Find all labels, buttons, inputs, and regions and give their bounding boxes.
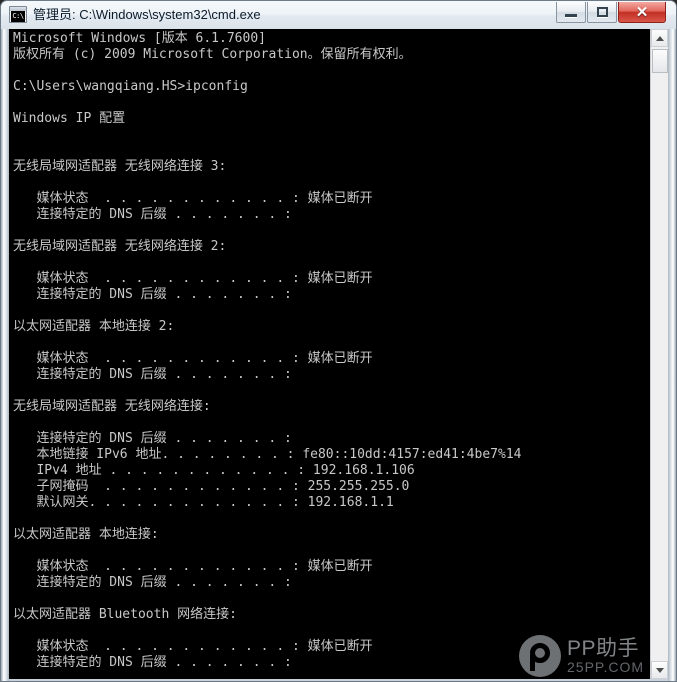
console-line: 无线局域网适配器 无线网络连接 3: [13, 159, 227, 174]
cmd-window: C:\ 管理员: C:\Windows\system32\cmd.exe ✕ M… [0, 0, 677, 682]
console-text: Microsoft Windows [版本 6.1.7600] 版权所有 (c) … [9, 31, 652, 671]
maximize-icon [596, 7, 608, 17]
console-line: 连接特定的 DNS 后缀 . . . . . . . : [13, 431, 292, 446]
cmd-console-icon: C:\ [9, 6, 27, 23]
title-bar[interactable]: C:\ 管理员: C:\Windows\system32\cmd.exe ✕ [1, 1, 676, 29]
console-line: 媒体状态 . . . . . . . . . . . . : 媒体已断开 [13, 351, 373, 366]
console-line: 媒体状态 . . . . . . . . . . . . : 媒体已断开 [13, 191, 373, 206]
minimize-icon [565, 13, 577, 17]
window-frame-left [1, 29, 9, 681]
console-line: 以太网适配器 本地连接: [13, 527, 159, 542]
window-frame-right [668, 29, 676, 681]
console-line: 以太网适配器 本地连接 2: [13, 319, 175, 334]
console-line: 版权所有 (c) 2009 Microsoft Corporation。保留所有… [13, 47, 412, 62]
console-output-area[interactable]: Microsoft Windows [版本 6.1.7600] 版权所有 (c) … [9, 29, 652, 679]
window-title: 管理员: C:\Windows\system32\cmd.exe [33, 7, 261, 22]
chevron-up-icon [655, 35, 664, 41]
console-line: 连接特定的 DNS 后缀 . . . . . . . : [13, 207, 292, 222]
console-line: 连接特定的 DNS 后缀 . . . . . . . : [13, 367, 292, 382]
console-line: 连接特定的 DNS 后缀 . . . . . . . : [13, 655, 292, 670]
scrollbar-thumb[interactable] [652, 49, 668, 73]
icon-screen-label: C:\ [11, 11, 25, 22]
vertical-scrollbar[interactable] [650, 29, 668, 679]
console-line: 本地链接 IPv6 地址. . . . . . . . : fe80::10dd… [13, 447, 522, 462]
console-line: 连接特定的 DNS 后缀 . . . . . . . : [13, 575, 292, 590]
console-line: IPv4 地址 . . . . . . . . . . . . : 192.16… [13, 463, 415, 478]
console-line: Microsoft Windows [版本 6.1.7600] [13, 31, 266, 46]
scroll-up-button[interactable] [651, 29, 668, 47]
scroll-down-button[interactable] [651, 661, 668, 679]
console-line: C:\Users\wangqiang.HS>ipconfig [13, 79, 248, 94]
console-line: 无线局域网适配器 无线网络连接: [13, 399, 211, 414]
console-line: 默认网关. . . . . . . . . . . . . : 192.168.… [13, 495, 394, 510]
close-icon: ✕ [635, 3, 649, 21]
console-line: 媒体状态 . . . . . . . . . . . . : 媒体已断开 [13, 271, 373, 286]
chevron-down-icon [655, 667, 664, 673]
console-line: 媒体状态 . . . . . . . . . . . . : 媒体已断开 [13, 639, 373, 654]
console-line: Windows IP 配置 [13, 111, 126, 126]
close-button[interactable]: ✕ [618, 2, 666, 23]
console-line: 媒体状态 . . . . . . . . . . . . : 媒体已断开 [13, 559, 373, 574]
maximize-button[interactable] [587, 2, 617, 23]
console-line: 子网掩码 . . . . . . . . . . . . : 255.255.2… [13, 479, 410, 494]
minimize-button[interactable] [556, 2, 586, 23]
console-line: 连接特定的 DNS 后缀 . . . . . . . : [13, 287, 292, 302]
console-line: 以太网适配器 Bluetooth 网络连接: [13, 607, 237, 622]
console-line: 无线局域网适配器 无线网络连接 2: [13, 239, 227, 254]
